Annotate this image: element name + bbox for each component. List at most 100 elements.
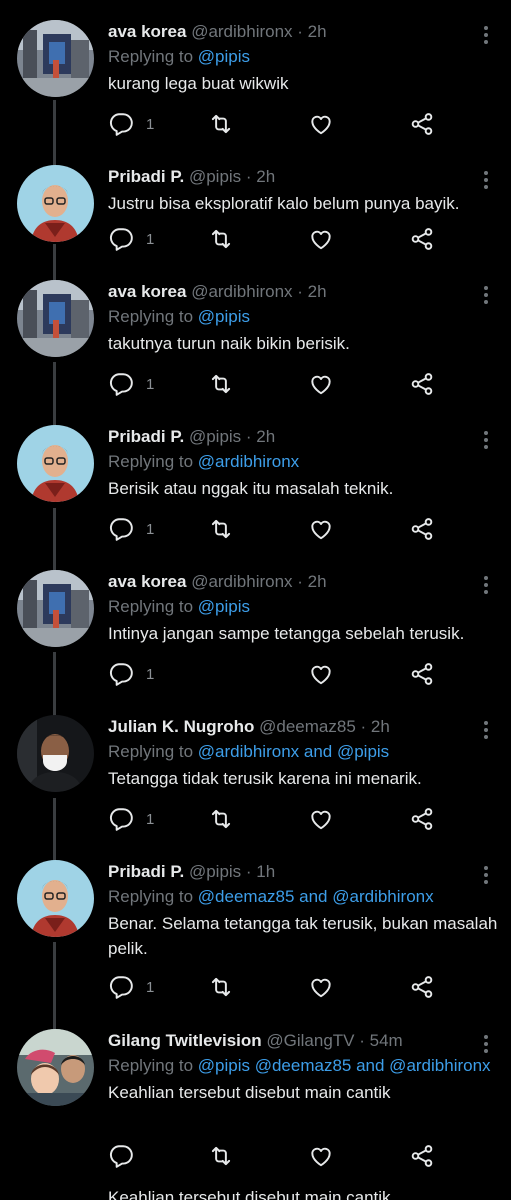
share-button[interactable] [409,1143,435,1169]
username[interactable]: @pipis [189,862,241,881]
reply-button[interactable]: 1 [108,661,154,687]
replying-to: Replying to @ardibhironx [108,450,501,474]
more-icon[interactable] [483,431,489,449]
username[interactable]: @GilangTV [266,1031,354,1050]
like-button[interactable] [308,661,334,687]
reply-button[interactable]: 1 [108,111,154,137]
share-button[interactable] [409,806,435,832]
share-button[interactable] [409,111,435,137]
more-icon[interactable] [483,171,489,189]
username[interactable]: @pipis [189,427,241,446]
reply-icon [110,1145,133,1168]
like-button[interactable] [308,226,334,252]
share-icon [411,976,433,998]
tweet-text: Tetangga tidak terusik karena ini menari… [108,769,422,788]
replying-to-link[interactable]: @pipis [198,47,250,66]
retweet-button[interactable] [208,111,234,137]
like-button[interactable] [308,1143,334,1169]
reply-button[interactable]: 1 [108,226,154,252]
avatar[interactable] [17,860,94,937]
display-name[interactable]: Pribadi P. [108,862,184,881]
tweet-actions: 1 [108,516,448,542]
more-icon[interactable] [483,1035,489,1053]
reply-button[interactable]: 1 [108,371,154,397]
share-button[interactable] [409,516,435,542]
like-button[interactable] [308,111,334,137]
retweet-button[interactable] [208,516,234,542]
display-name[interactable]: ava korea [108,572,186,591]
username[interactable]: @ardibhironx [191,282,292,301]
share-icon [411,518,433,540]
timestamp[interactable]: 2h [256,427,275,446]
timestamp[interactable]: 2h [308,572,327,591]
more-icon[interactable] [483,576,489,594]
avatar[interactable] [17,20,94,97]
reply-button[interactable]: 1 [108,516,154,542]
reply-count: 1 [146,665,155,683]
thread-connector [53,652,56,718]
like-button[interactable] [308,516,334,542]
more-icon[interactable] [483,286,489,304]
retweet-icon [211,519,231,539]
avatar[interactable] [17,425,94,502]
replying-to-link[interactable]: @pipis @deemaz85 and @ardibhironx [198,1056,491,1075]
thread-connector [53,362,56,428]
share-button[interactable] [409,661,435,687]
username[interactable]: @ardibhironx [191,22,292,41]
replying-to-link[interactable]: @deemaz85 and @ardibhironx [198,887,434,906]
timestamp[interactable]: 2h [308,22,327,41]
reply-button[interactable]: 1 [108,806,154,832]
retweet-icon [211,1146,231,1166]
thread-connector [53,244,56,284]
avatar-man-glasses [17,425,94,502]
display-name[interactable]: Pribadi P. [108,167,184,186]
display-name[interactable]: Pribadi P. [108,427,184,446]
share-button[interactable] [409,371,435,397]
retweet-icon [211,114,231,134]
tweet-text: Benar. Selama tetangga tak terusik, buka… [108,914,498,958]
retweet-button[interactable] [208,226,234,252]
replying-to-link[interactable]: @pipis [198,307,250,326]
reply-button[interactable] [108,1143,146,1169]
more-icon[interactable] [483,721,489,739]
display-name[interactable]: ava korea [108,22,186,41]
avatar[interactable] [17,280,94,357]
display-name[interactable]: ava korea [108,282,186,301]
avatar[interactable] [17,165,94,242]
username[interactable]: @deemaz85 [259,717,356,736]
retweet-button[interactable] [208,806,234,832]
share-icon [411,808,433,830]
like-button[interactable] [308,974,334,1000]
username[interactable]: @pipis [189,167,241,186]
avatar[interactable] [17,715,94,792]
display-name[interactable]: Julian K. Nugroho [108,717,254,736]
avatar[interactable] [17,1029,94,1106]
replying-to-link[interactable]: @ardibhironx and @pipis [198,742,389,761]
retweet-button[interactable] [208,1143,234,1169]
username[interactable]: @ardibhironx [191,572,292,591]
retweet-button[interactable] [208,974,234,1000]
replying-to: Replying to @pipis [108,45,501,69]
share-button[interactable] [409,974,435,1000]
replying-to-link[interactable]: @ardibhironx [198,452,299,471]
display-name[interactable]: Gilang Twitlevision [108,1031,262,1050]
share-button[interactable] [409,226,435,252]
timestamp[interactable]: 2h [371,717,390,736]
avatar[interactable] [17,570,94,647]
reply-icon [110,976,133,999]
like-button[interactable] [308,371,334,397]
replying-to: Replying to @deemaz85 and @ardibhironx [108,885,501,909]
like-button[interactable] [308,806,334,832]
timestamp[interactable]: 2h [256,167,275,186]
timestamp[interactable]: 2h [308,282,327,301]
retweet-button[interactable] [208,371,234,397]
more-icon[interactable] [483,866,489,884]
reply-count: 1 [146,375,155,393]
replying-to-link[interactable]: @pipis [198,597,250,616]
timestamp[interactable]: 54m [370,1031,403,1050]
timestamp[interactable]: 1h [256,862,275,881]
reply-icon [110,228,133,251]
reply-button[interactable]: 1 [108,974,154,1000]
more-icon[interactable] [483,26,489,44]
like-icon [311,115,331,135]
